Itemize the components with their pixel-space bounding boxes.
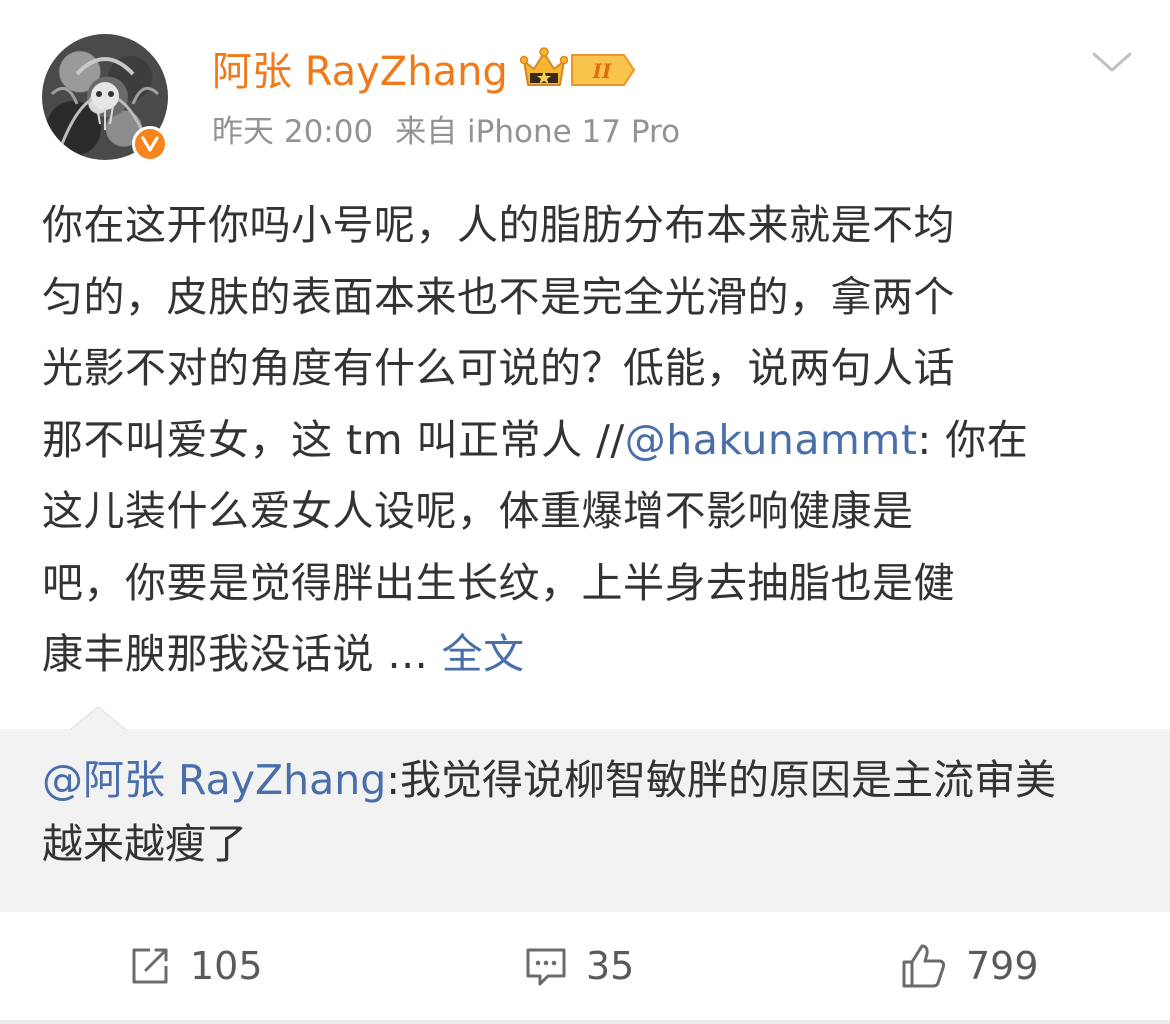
post-content: 你在这开你吗小号呢，人的脂肪分布本来就是不均 匀的，皮肤的表面本来也不是完全光滑… <box>42 190 1132 691</box>
weibo-post: 阿张 RayZhang II 昨天 20:00 来自 iPhone 17 Pro … <box>0 0 1170 1024</box>
content-line: 那不叫爱女，这 tm 叫正常人 //@hakunammt: 你在 <box>42 405 1132 477</box>
quoted-text: @阿张 RayZhang:我觉得说柳智敏胖的原因是主流审美 越来越瘦了 <box>42 748 1132 876</box>
action-bar: 105 35 799 <box>0 912 1170 1020</box>
content-text: 康丰腴那我没话说 ... <box>42 630 442 678</box>
quote-content: :我觉得说柳智敏胖的原因是主流审美 <box>386 756 1057 804</box>
content-text: : 你在 <box>917 415 1029 464</box>
comment-icon <box>526 948 566 986</box>
content-text: 那不叫爱女，这 tm 叫正常人 // <box>42 415 625 464</box>
vip-crown-icon[interactable]: II <box>519 47 636 97</box>
full-text-link[interactable]: 全文 <box>442 630 525 678</box>
content-line: 匀的，皮肤的表面本来也不是完全光滑的，拿两个 <box>42 272 955 321</box>
post-time: 昨天 20:00 <box>212 114 374 150</box>
post-meta: 昨天 20:00 来自 iPhone 17 Pro <box>212 110 680 154</box>
quote-mention-link[interactable]: @阿张 RayZhang <box>42 756 386 804</box>
name-row: 阿张 RayZhang II <box>212 44 636 100</box>
content-line: 康丰腴那我没话说 ... 全文 <box>42 619 1132 691</box>
level-text: II <box>591 59 611 83</box>
verified-badge <box>132 126 168 162</box>
chevron-down-icon[interactable] <box>1090 48 1134 76</box>
divider <box>0 1020 1170 1024</box>
mention-link[interactable]: @hakunammt <box>625 416 918 464</box>
repost-count: 105 <box>190 944 263 988</box>
repost-button[interactable]: 105 <box>128 940 263 992</box>
comment-count: 35 <box>586 944 635 988</box>
thumbs-up-icon <box>902 944 946 988</box>
content-line: 吧，你要是觉得胖出生长纹，上半身去抽脂也是健 <box>42 558 955 607</box>
like-button[interactable]: 799 <box>900 940 1039 992</box>
repost-icon <box>132 948 168 984</box>
quote-notch <box>70 706 126 731</box>
verified-v-icon <box>141 136 159 152</box>
comment-button[interactable]: 35 <box>524 940 634 992</box>
quote-line: 越来越瘦了 <box>42 820 247 868</box>
quote-line: @阿张 RayZhang:我觉得说柳智敏胖的原因是主流审美 <box>42 748 1132 812</box>
username[interactable]: 阿张 RayZhang <box>212 44 508 100</box>
content-line: 光影不对的角度有什么可说的？低能，说两句人话 <box>42 344 955 392</box>
content-line: 这儿装什么爱女人设呢，体重爆增不影响健康是 <box>42 487 914 535</box>
like-count: 799 <box>966 944 1039 988</box>
post-source: 来自 iPhone 17 Pro <box>395 114 681 150</box>
content-line: 你在这开你吗小号呢，人的脂肪分布本来就是不均 <box>42 201 955 249</box>
